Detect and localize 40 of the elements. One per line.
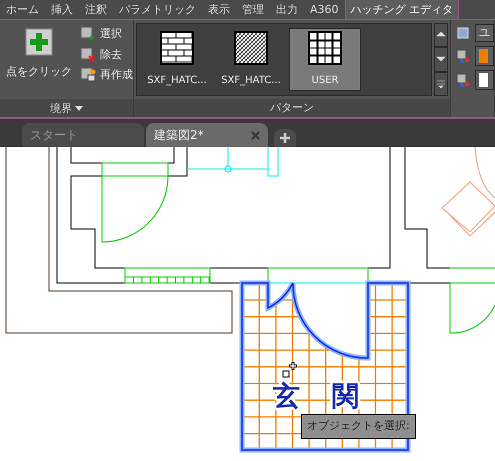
ribbon-tab[interactable]: 挿入: [45, 0, 79, 19]
plus-icon: [280, 133, 290, 143]
new-tab-button[interactable]: [274, 129, 296, 147]
expand-menu-button[interactable]: [434, 72, 448, 96]
scroll-down-button[interactable]: [434, 47, 448, 72]
hatch-color-icon: [455, 48, 471, 64]
tooltip: オブジェクトを選択:: [301, 414, 416, 438]
ribbon-tab[interactable]: ハッチング エディタ: [344, 0, 460, 19]
menu-arrow-icon: [436, 78, 446, 89]
panel-title: パターン: [134, 99, 450, 117]
pattern-type-dropdown[interactable]: ユ: [475, 24, 494, 42]
ribbon-tab[interactable]: 管理: [236, 0, 270, 19]
brick-pattern-icon: [160, 31, 194, 65]
grid-pattern-icon: [308, 31, 342, 65]
hatch-recreate-icon: [80, 67, 96, 84]
add-icon: [25, 28, 53, 56]
hatch-color-icon: [455, 72, 471, 88]
ribbon-tab[interactable]: 注釈: [79, 0, 113, 19]
caret-icon: [75, 106, 84, 112]
close-icon[interactable]: [251, 130, 260, 140]
hatch-remove-icon: [80, 46, 96, 63]
ribbon-tab[interactable]: ホーム: [0, 0, 45, 19]
ribbon-tab[interactable]: パラメトリック: [113, 0, 202, 19]
boundary-recreate-button[interactable]: 再作成: [78, 65, 135, 86]
ribbon-tab[interactable]: A360: [304, 0, 345, 19]
herringbone-pattern-icon: [234, 31, 268, 65]
pick-points-button[interactable]: 点をクリック: [4, 20, 74, 99]
boundary-select-button[interactable]: 選択: [78, 24, 135, 44]
ribbon-tab[interactable]: 出力: [270, 0, 304, 19]
cursor-icon: [282, 360, 298, 378]
boundary-remove-button[interactable]: 除去: [78, 44, 135, 65]
scroll-up-button[interactable]: [434, 23, 448, 48]
color-dropdown[interactable]: [475, 70, 494, 90]
file-tab[interactable]: 建築図2*: [146, 123, 268, 147]
ribbon-tab[interactable]: 表示: [202, 0, 236, 19]
hatch-type-icon: [455, 25, 471, 41]
color-dropdown[interactable]: [475, 46, 494, 66]
panel-title-button[interactable]: 境界: [0, 99, 133, 117]
hatch-select-icon: [80, 26, 96, 42]
pattern-swatch[interactable]: USER: [289, 28, 361, 91]
